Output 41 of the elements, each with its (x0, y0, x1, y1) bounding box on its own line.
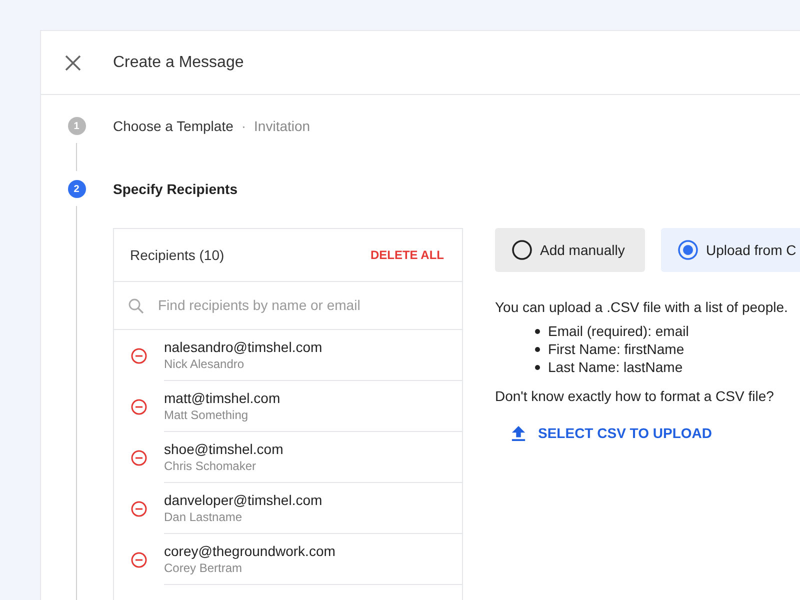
step-number: 2 (68, 180, 86, 198)
step-detail: Invitation (254, 116, 310, 136)
method-option[interactable]: Add manually (495, 228, 645, 272)
field-mapping: First Name: firstName (548, 340, 684, 358)
delete-all-button[interactable]: DELETE ALL (370, 246, 446, 264)
dialog-title: Create a Message (113, 52, 244, 72)
remove-icon[interactable] (131, 552, 147, 568)
step-title: Choose a Template (113, 116, 234, 136)
remove-icon[interactable] (131, 348, 147, 364)
bullet-icon (535, 364, 540, 370)
recipient-email: corey@thegroundwork.com (164, 542, 336, 560)
radio-icon (512, 240, 532, 260)
field-mapping: Email (required): email (548, 322, 689, 340)
separator-dot: · (241, 116, 246, 136)
radio-icon (678, 240, 698, 260)
select-csv-button[interactable]: SELECT CSV TO UPLOAD (511, 423, 712, 444)
recipients-heading: Recipients (10) (130, 246, 224, 265)
recipient-email: matt@timshel.com (164, 389, 282, 407)
remove-icon[interactable] (131, 398, 147, 414)
bullet-icon (535, 346, 540, 352)
remove-icon[interactable] (131, 500, 147, 516)
upload-intro: You can upload a .CSV file with a list of people. (495, 298, 789, 317)
recipient-email: nalesandro@timshel.com (164, 338, 324, 356)
recipient-email: danveloper@timshel.com (164, 491, 324, 509)
recipient-name: Chris Schomaker (164, 458, 258, 474)
close-icon[interactable] (64, 54, 82, 72)
recipient-email: shoe@timshel.com (164, 440, 284, 458)
recipient-name: Corey Bertram (164, 560, 244, 576)
method-option[interactable]: Upload from C (661, 228, 800, 272)
upload-help: Don't know exactly how to format a CSV file? (495, 387, 775, 406)
search-icon (128, 298, 144, 314)
field-mapping: Last Name: lastName (548, 358, 683, 376)
recipient-name: Nick Alesandro (164, 356, 246, 372)
bullet-icon (535, 328, 540, 334)
step-title: Specify Recipients (113, 180, 238, 199)
step-number: 1 (68, 117, 86, 135)
remove-icon[interactable] (131, 450, 147, 466)
recipient-name: Matt Something (164, 407, 250, 423)
search-field[interactable]: Find recipients by name or email (158, 295, 448, 316)
upload-icon (511, 425, 526, 442)
recipient-name: Dan Lastname (164, 509, 244, 525)
